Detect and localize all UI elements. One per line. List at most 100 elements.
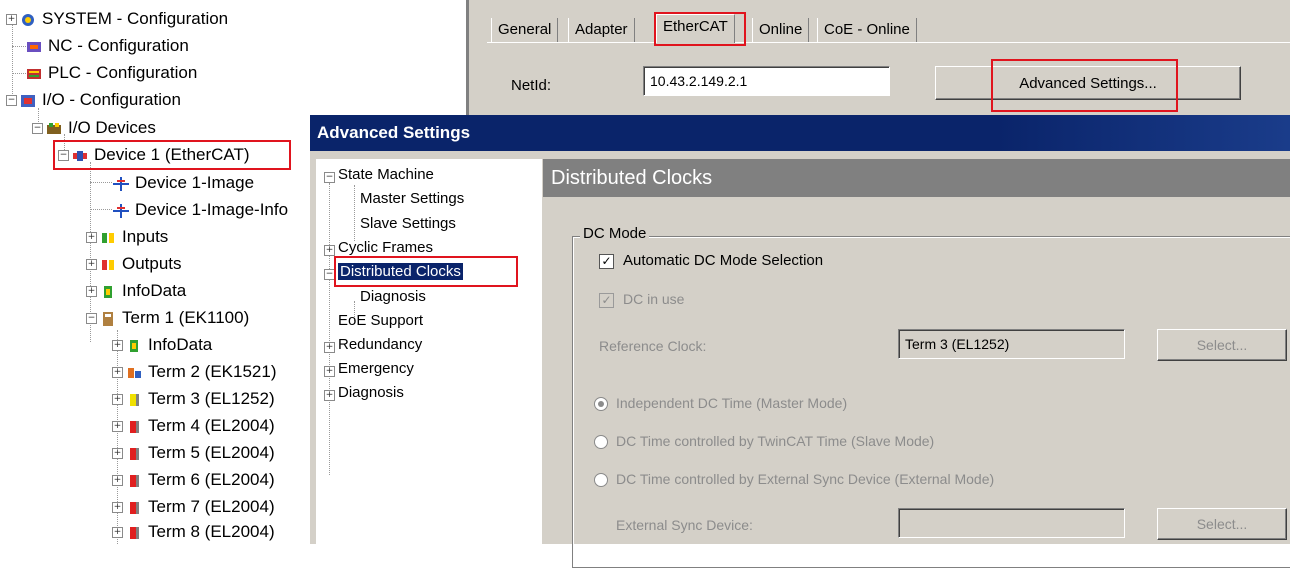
tab-general[interactable]: General <box>491 18 559 42</box>
expand-icon[interactable]: + <box>86 231 97 243</box>
tree-item-label: Term 2 (EK1521) <box>148 362 277 381</box>
reference-clock-field[interactable]: Term 3 (EL1252) <box>898 329 1125 359</box>
tree-item-label: Device 1-Image <box>135 173 255 192</box>
tree-item-system[interactable]: + SYSTEM - Configuration <box>6 6 228 32</box>
expand-icon[interactable]: + <box>324 390 335 401</box>
tab-online[interactable]: Online <box>752 18 810 42</box>
dialog-titlebar: Advanced Settings <box>310 115 1290 151</box>
tree-item-term4[interactable]: + Term 4 (EL2004) <box>112 413 275 439</box>
tree-item-term2[interactable]: + Term 2 (EK1521) <box>112 359 277 385</box>
tree-item-label: Term 1 (EK1100) <box>122 308 250 327</box>
expand-icon[interactable]: + <box>112 526 123 538</box>
tree-item-label: Term 6 (EL2004) <box>148 470 275 489</box>
tree-item-label: Device 1-Image-Info <box>135 200 289 219</box>
collapse-icon[interactable]: − <box>324 172 335 183</box>
nav-diagnosis[interactable]: + Diagnosis <box>324 381 404 404</box>
tree-item-nc[interactable]: NC - Configuration <box>26 33 189 59</box>
infodata-icon <box>100 284 116 298</box>
dc-in-use-checkbox-row[interactable]: ✓ DC in use <box>599 291 684 308</box>
radio-independent[interactable] <box>594 397 608 412</box>
tree-item-term1-infodata[interactable]: + InfoData <box>112 332 212 358</box>
expand-icon[interactable]: + <box>112 420 123 432</box>
nav-eoe-support[interactable]: EoE Support <box>338 309 423 332</box>
expand-icon[interactable]: + <box>324 245 335 256</box>
radio-independent-row[interactable]: Independent DC Time (Master Mode) <box>594 395 848 412</box>
expand-icon[interactable]: + <box>6 13 17 25</box>
tree-item-plc[interactable]: PLC - Configuration <box>26 60 197 86</box>
auto-dc-checkbox-row[interactable]: ✓ Automatic DC Mode Selection <box>599 252 823 269</box>
tab-adapter[interactable]: Adapter <box>568 18 635 42</box>
collapse-icon[interactable]: − <box>6 94 17 106</box>
expand-icon[interactable]: + <box>86 258 97 270</box>
tab-coe-online[interactable]: CoE - Online <box>817 18 917 42</box>
tree-item-io-devices[interactable]: − I/O Devices <box>32 115 156 141</box>
tree-item-term5[interactable]: + Term 5 (EL2004) <box>112 440 275 466</box>
inputs-icon <box>100 230 116 244</box>
terminal-red-icon <box>126 525 142 539</box>
external-sync-select-button[interactable]: Select... <box>1157 508 1287 540</box>
nav-master-settings[interactable]: Master Settings <box>360 187 464 210</box>
tree-item-term6[interactable]: + Term 6 (EL2004) <box>112 467 275 493</box>
tree-item-term3[interactable]: + Term 3 (EL1252) <box>112 386 275 412</box>
nav-label: State Machine <box>338 166 434 183</box>
collapse-icon[interactable]: − <box>86 312 97 324</box>
tree-item-term8[interactable]: + Term 8 (EL2004) <box>112 519 275 545</box>
highlight-advanced-button <box>991 59 1178 112</box>
dc-mode-group-label: DC Mode <box>580 225 650 242</box>
expand-icon[interactable]: + <box>86 285 97 297</box>
tree-item-device1-image[interactable]: Device 1-Image <box>113 170 254 196</box>
tree-item-term1[interactable]: − Term 1 (EK1100) <box>86 305 249 331</box>
dc-in-use-label: DC in use <box>623 291 685 307</box>
expand-icon[interactable]: + <box>112 447 123 459</box>
collapse-icon[interactable]: − <box>32 122 43 134</box>
tree-item-label: I/O Devices <box>68 118 156 137</box>
nc-config-icon <box>26 39 42 53</box>
radio-external-label: DC Time controlled by External Sync Devi… <box>616 471 995 487</box>
tree-item-label: NC - Configuration <box>48 36 189 55</box>
tree-item-device1-image-info[interactable]: Device 1-Image-Info <box>113 197 288 223</box>
expand-icon[interactable]: + <box>324 366 335 377</box>
external-sync-field[interactable] <box>898 508 1125 538</box>
system-config-icon <box>20 12 36 26</box>
netid-field[interactable]: 10.43.2.149.2.1 <box>643 66 890 96</box>
radio-twincat-row[interactable]: DC Time controlled by TwinCAT Time (Slav… <box>594 433 934 450</box>
tree-item-label: Term 3 (EL1252) <box>148 389 275 408</box>
tree-item-label: Outputs <box>122 254 182 273</box>
radio-external-row[interactable]: DC Time controlled by External Sync Devi… <box>594 471 995 488</box>
solution-tree: + SYSTEM - Configuration NC - Configurat… <box>0 0 312 544</box>
highlight-device1 <box>53 140 291 170</box>
outputs-icon <box>100 257 116 271</box>
tree-item-label: Term 7 (EL2004) <box>148 497 275 516</box>
radio-twincat[interactable] <box>594 435 608 450</box>
expand-icon[interactable]: + <box>324 342 335 353</box>
tree-item-label: Term 4 (EL2004) <box>148 416 275 435</box>
expand-icon[interactable]: + <box>112 501 123 513</box>
nav-label: Emergency <box>338 360 414 377</box>
tree-item-infodata[interactable]: + InfoData <box>86 278 186 304</box>
infodata-icon <box>126 338 142 352</box>
dc-in-use-checkbox[interactable]: ✓ <box>599 292 614 308</box>
nav-dc-diagnosis[interactable]: Diagnosis <box>360 285 426 308</box>
settings-nav-tree: − State Machine Master Settings Slave Set… <box>316 159 542 544</box>
expand-icon[interactable]: + <box>112 339 123 351</box>
nav-label: Redundancy <box>338 336 423 353</box>
tree-item-inputs[interactable]: + Inputs <box>86 224 168 250</box>
radio-external[interactable] <box>594 473 608 488</box>
nav-label: Diagnosis <box>338 384 404 401</box>
radio-independent-label: Independent DC Time (Master Mode) <box>616 395 848 411</box>
tree-item-label: InfoData <box>148 335 213 354</box>
nav-state-machine[interactable]: − State Machine <box>324 163 434 186</box>
image-icon <box>113 176 129 191</box>
image-info-icon <box>113 203 129 218</box>
nav-slave-settings[interactable]: Slave Settings <box>360 212 456 235</box>
expand-icon[interactable]: + <box>112 474 123 486</box>
auto-dc-checkbox[interactable]: ✓ <box>599 253 614 269</box>
expand-icon[interactable]: + <box>112 393 123 405</box>
tree-item-outputs[interactable]: + Outputs <box>86 251 182 277</box>
reference-clock-select-button[interactable]: Select... <box>1157 329 1287 361</box>
tree-item-term7[interactable]: + Term 7 (EL2004) <box>112 494 275 520</box>
nav-redundancy[interactable]: + Redundancy <box>324 333 422 356</box>
tree-item-io[interactable]: − I/O - Configuration <box>6 87 181 113</box>
nav-emergency[interactable]: + Emergency <box>324 357 414 380</box>
expand-icon[interactable]: + <box>112 366 123 378</box>
